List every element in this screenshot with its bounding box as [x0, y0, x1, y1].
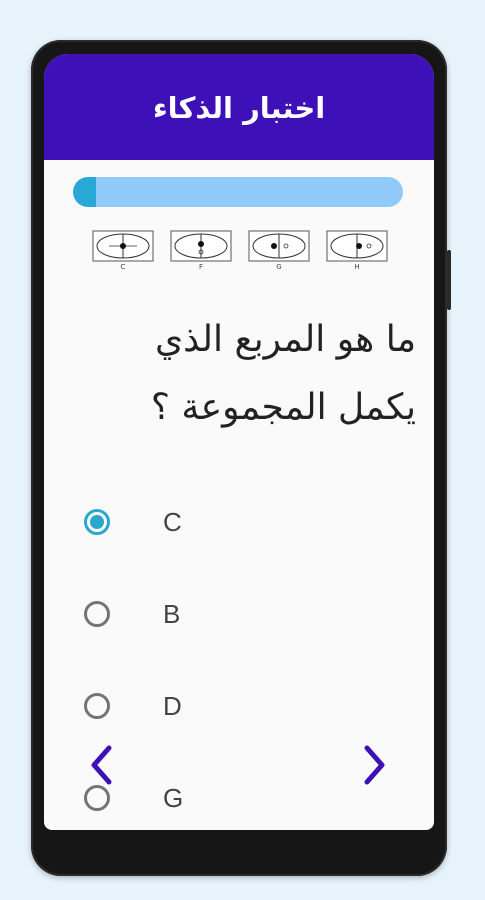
- page-title: اختبار الذكاء: [152, 91, 326, 125]
- answer-option-label: G: [163, 782, 184, 813]
- question-text: ما هو المربع الذي يكمل المجموعة ؟: [150, 319, 416, 428]
- phone-frame: اختبار الذكاء C F G H ما هو المربع الذي …: [31, 40, 451, 876]
- chevron-left-icon: [91, 745, 112, 785]
- app-screen: اختبار الذكاء C F G H ما هو المربع الذي …: [44, 54, 434, 830]
- radio-button[interactable]: [84, 693, 110, 719]
- puzzle-image: C F G H: [92, 230, 388, 274]
- puzzle-tile-letter: G: [276, 263, 282, 271]
- puzzle-tile-letter: C: [120, 263, 126, 271]
- puzzle-tile: H: [326, 230, 388, 274]
- phone-side-button: [447, 250, 451, 310]
- puzzle-tile-letter: F: [198, 263, 204, 271]
- quiz-progress-bar: [73, 177, 403, 207]
- puzzle-tile: F: [170, 230, 232, 274]
- puzzle-tile-letter: H: [354, 263, 360, 271]
- answer-option-b[interactable]: B: [84, 594, 244, 634]
- quiz-progress-fill: [73, 177, 97, 207]
- answer-option-label: B: [163, 598, 181, 629]
- radio-button[interactable]: [84, 601, 110, 627]
- chevron-right-icon: [364, 745, 385, 785]
- radio-button-selected[interactable]: [84, 509, 110, 535]
- previous-question-button[interactable]: [81, 740, 121, 790]
- answer-option-label: C: [163, 506, 182, 537]
- puzzle-tile: C: [92, 230, 154, 274]
- answer-option-c[interactable]: C: [84, 502, 244, 542]
- radio-dot: [90, 515, 104, 529]
- answer-option-d[interactable]: D: [84, 686, 244, 726]
- app-bar: اختبار الذكاء: [44, 54, 434, 160]
- answer-option-label: D: [163, 690, 182, 721]
- next-question-button[interactable]: [355, 740, 395, 790]
- puzzle-tile: G: [248, 230, 310, 274]
